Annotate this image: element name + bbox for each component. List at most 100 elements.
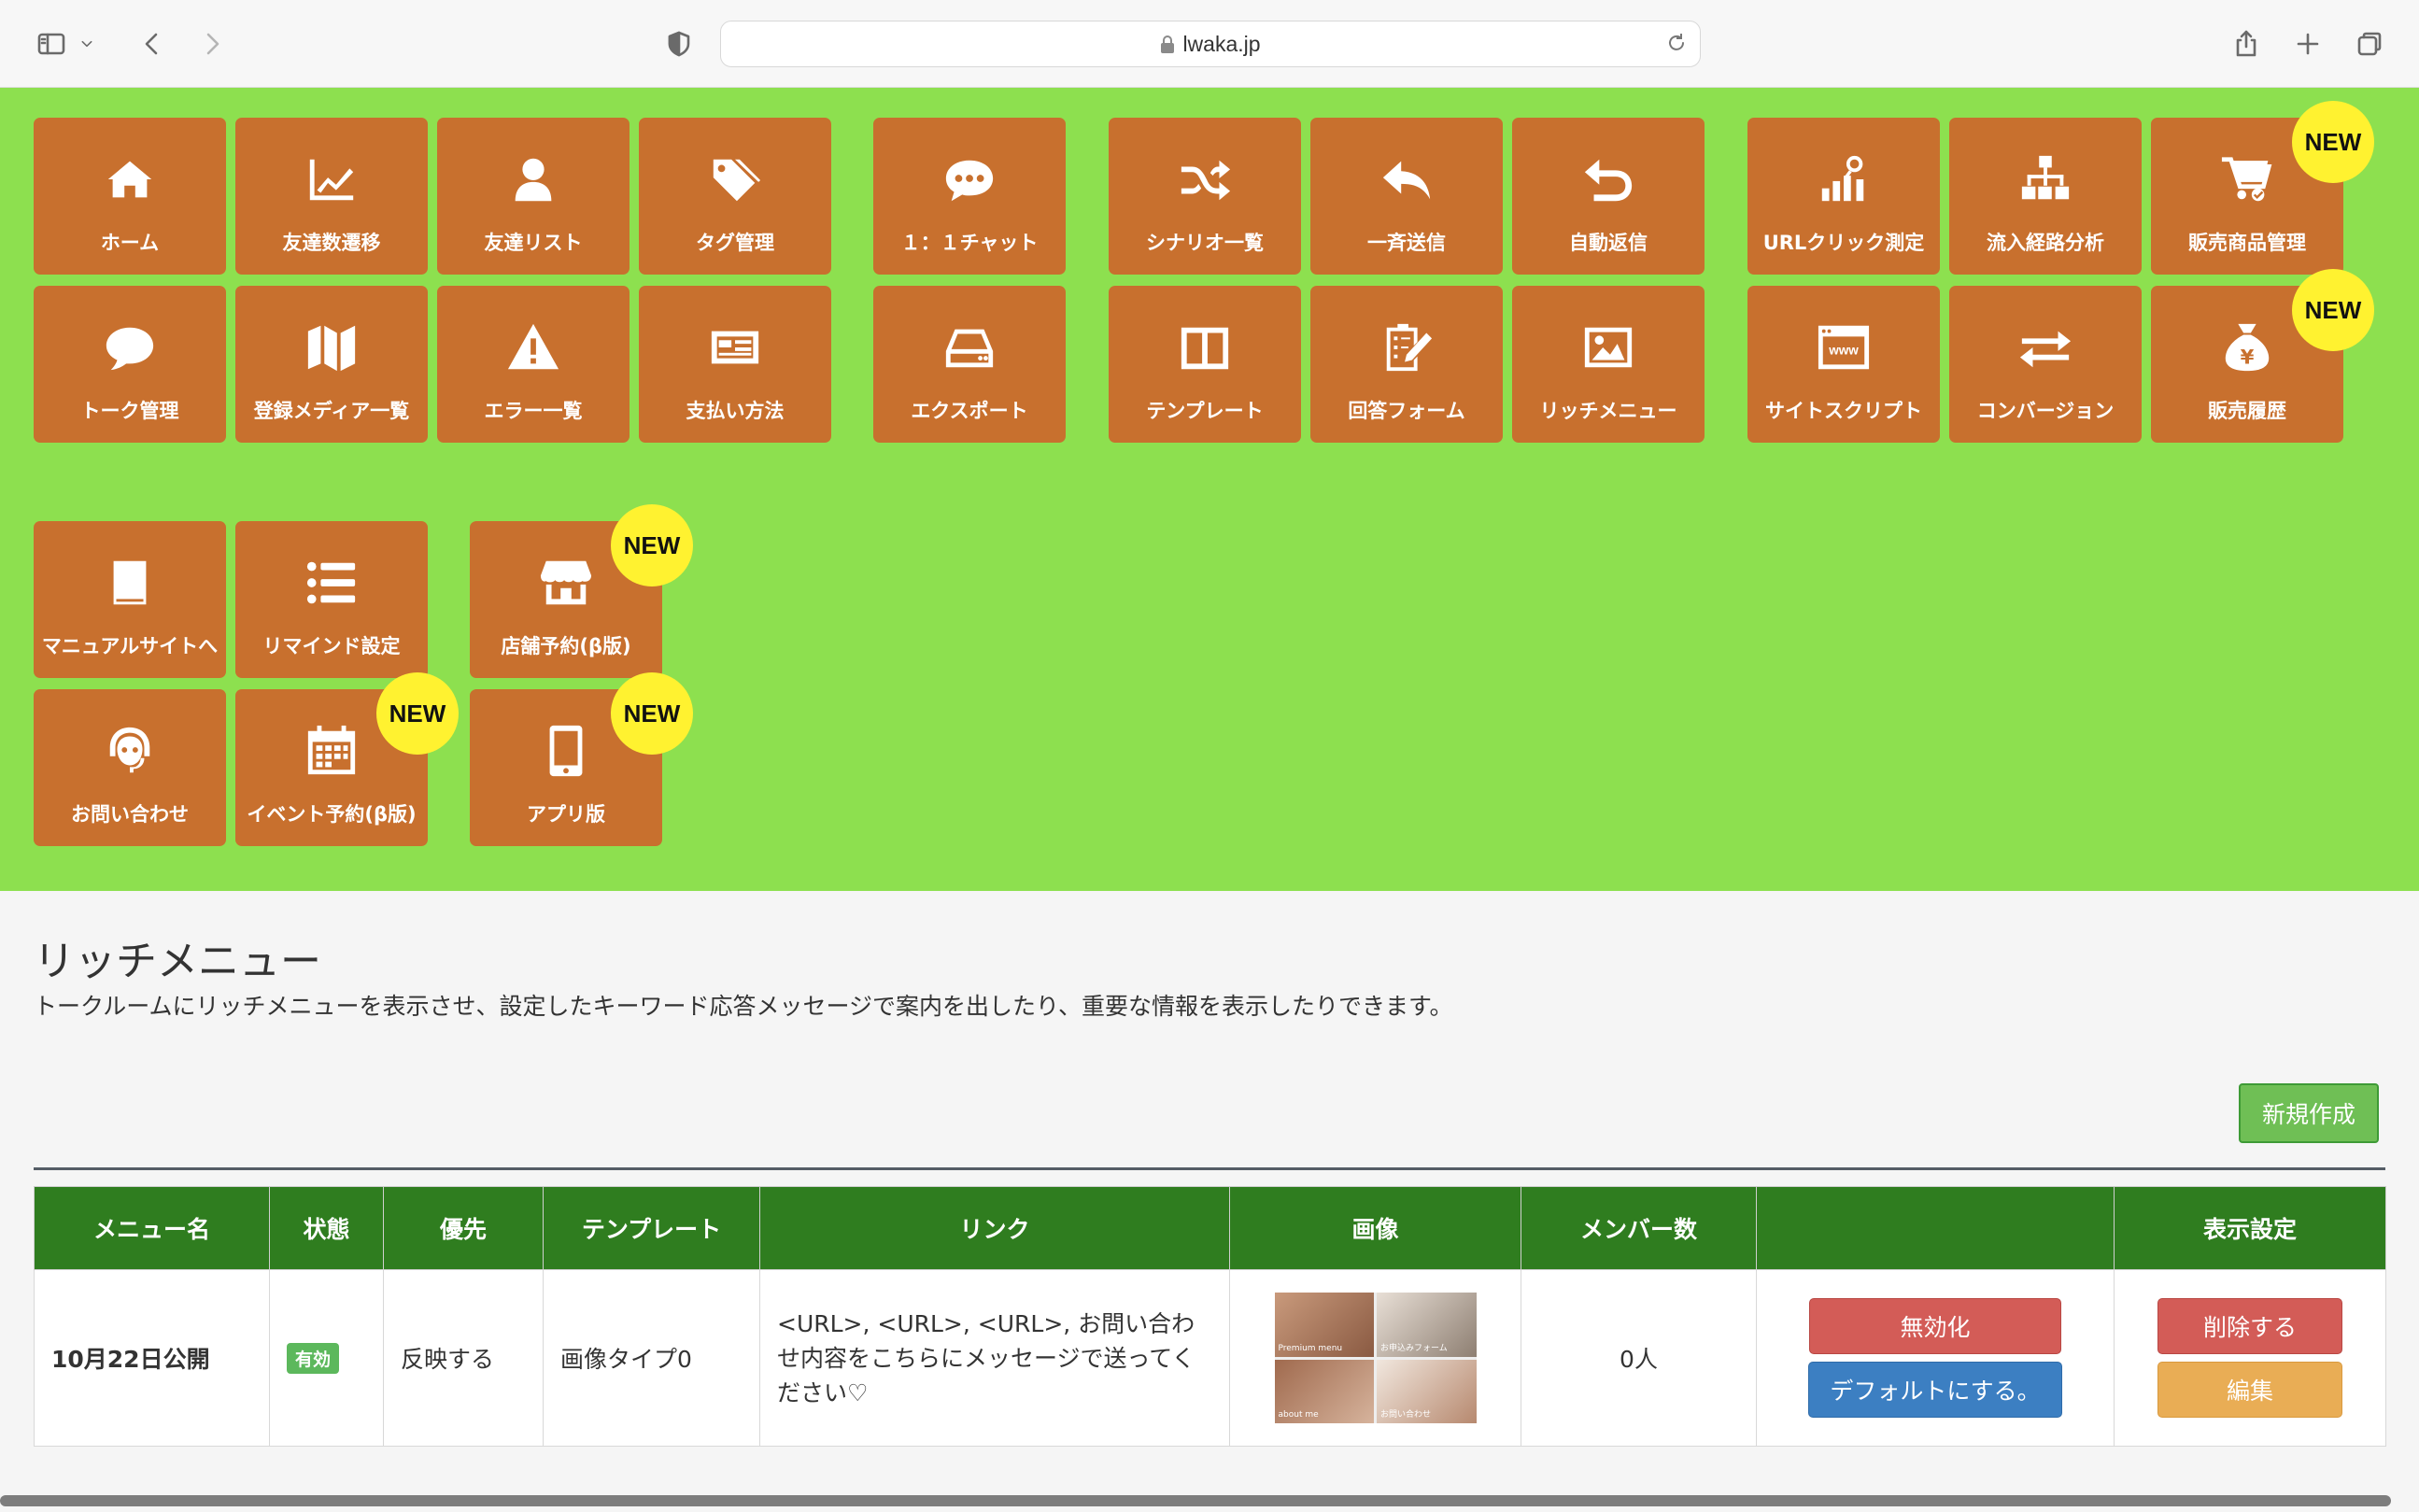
menu-tile[interactable]: リッチメニュー — [1512, 286, 1705, 443]
new-badge: NEW — [611, 672, 693, 755]
menu-tile-label: 自動返信 — [1569, 232, 1648, 254]
menu-tile[interactable]: エクスポート — [873, 286, 1066, 443]
share-icon[interactable] — [2221, 19, 2271, 69]
menu-tile[interactable]: マニュアルサイトへ — [34, 521, 226, 678]
rich-menu-thumbnail[interactable]: Premium menu お申込みフォーム about me お問い合わせ — [1274, 1293, 1477, 1423]
menu-tile-label: マニュアルサイトへ — [41, 635, 219, 657]
menu-tile-label: エクスポート — [911, 400, 1028, 422]
user-icon — [437, 151, 630, 207]
menu-tile[interactable]: 回答フォーム — [1310, 286, 1503, 443]
menu-tile[interactable]: お問い合わせ — [34, 689, 226, 846]
page-description: トークルームにリッチメニューを表示させ、設定したキーワード応答メッセージで案内を… — [34, 993, 1453, 1020]
new-badge: NEW — [2292, 269, 2374, 351]
menu-tile-label: 支払い方法 — [686, 400, 785, 422]
new-badge: NEW — [611, 504, 693, 586]
menu-tile-label: お問い合わせ — [71, 803, 189, 826]
col-priority: 優先 — [383, 1186, 544, 1270]
menu-tile[interactable]: URLクリック測定 — [1747, 118, 1940, 275]
menu-tile-label: 販売商品管理 — [2188, 232, 2306, 254]
disable-button[interactable]: 無効化 — [1809, 1298, 2061, 1354]
status-badge: 有効 — [287, 1342, 340, 1374]
lock-icon — [1161, 35, 1175, 53]
sidebar-toggle-icon[interactable] — [26, 19, 77, 69]
privacy-shield-icon[interactable] — [654, 19, 704, 69]
menu-tile[interactable]: 友達数遷移 — [235, 118, 428, 275]
menu-tile[interactable]: 登録メディア一覧 — [235, 286, 428, 443]
cell-image: Premium menu お申込みフォーム about me お問い合わせ — [1229, 1269, 1521, 1447]
cell-members: 0人 — [1521, 1269, 1757, 1447]
thumb-tile: お申込みフォーム — [1377, 1293, 1477, 1357]
sitemap-icon — [1949, 151, 2142, 207]
thumb-label: お申込みフォーム — [1380, 1343, 1448, 1353]
new-tab-icon[interactable] — [2283, 19, 2333, 69]
menu-tile[interactable]: １：１チャット — [873, 118, 1066, 275]
menu-tile[interactable]: エラー一覧 — [437, 286, 630, 443]
map-icon — [235, 319, 428, 375]
browser-toolbar: lwaka.jp — [0, 0, 2419, 88]
image-icon — [1512, 319, 1705, 375]
thumb-label: お問い合わせ — [1380, 1410, 1432, 1420]
url-host: lwaka.jp — [1182, 32, 1261, 56]
new-badge: NEW — [376, 672, 459, 755]
col-image: 画像 — [1229, 1186, 1521, 1270]
cell-template: 画像タイプ0 — [543, 1269, 760, 1447]
col-display-settings: 表示設定 — [2114, 1186, 2386, 1270]
menu-tile[interactable]: 自動返信 — [1512, 118, 1705, 275]
menu-tile[interactable]: コンバージョン — [1949, 286, 2142, 443]
menu-tile[interactable]: タグ管理 — [639, 118, 831, 275]
book-icon — [34, 555, 226, 611]
menu-tile[interactable]: テンプレート — [1109, 286, 1301, 443]
back-icon[interactable] — [127, 19, 177, 69]
thumb-tile: about me — [1274, 1359, 1374, 1423]
menu-tile[interactable]: サイトスクリプト — [1747, 286, 1940, 443]
col-link: リンク — [759, 1186, 1230, 1270]
thumb-label: about me — [1278, 1410, 1319, 1420]
menu-tile-label: URLクリック測定 — [1762, 232, 1925, 254]
speech-bubble-icon — [34, 319, 226, 375]
col-template: テンプレート — [543, 1186, 760, 1270]
menu-tile-label: リッチメニュー — [1539, 400, 1677, 422]
edit-button[interactable]: 編集 — [2157, 1362, 2342, 1418]
bar-search-icon — [1747, 151, 1940, 207]
menu-tile-label: 流入経路分析 — [1987, 232, 2104, 254]
thumb-label: Premium menu — [1278, 1343, 1343, 1353]
menu-tile[interactable]: 流入経路分析 — [1949, 118, 2142, 275]
menu-tile[interactable]: トーク管理 — [34, 286, 226, 443]
undo-icon — [1512, 151, 1705, 207]
menu-tile-label: 友達リスト — [484, 232, 583, 254]
delete-button[interactable]: 削除する — [2157, 1298, 2342, 1354]
rich-menu-table: メニュー名 状態 優先 テンプレート リンク 画像 メンバー数 表示設定 10月… — [34, 1186, 2386, 1447]
col-members: メンバー数 — [1521, 1186, 1757, 1270]
shuffle-icon — [1109, 151, 1301, 207]
chevron-down-icon[interactable] — [73, 19, 101, 69]
tab-overview-icon[interactable] — [2344, 19, 2395, 69]
menu-tile-label: サイトスクリプト — [1765, 400, 1922, 422]
table-header-row: メニュー名 状態 優先 テンプレート リンク 画像 メンバー数 表示設定 — [34, 1186, 2386, 1270]
www-icon — [1747, 319, 1940, 375]
menu-tile-label: 一斉送信 — [1367, 232, 1446, 254]
menu-tile-label: シナリオ一覧 — [1146, 232, 1264, 254]
menu-tile[interactable]: ホーム — [34, 118, 226, 275]
menu-tile-label: 友達数遷移 — [282, 232, 381, 254]
menu-tile[interactable]: シナリオ一覧 — [1109, 118, 1301, 275]
forward-icon[interactable] — [187, 19, 237, 69]
create-new-button[interactable]: 新規作成 — [2239, 1083, 2379, 1143]
drive-icon — [873, 319, 1066, 375]
menu-tile[interactable]: 支払い方法 — [639, 286, 831, 443]
warning-icon — [437, 319, 630, 375]
set-default-button[interactable]: デフォルトにする。 — [1808, 1362, 2062, 1418]
reload-icon[interactable] — [1664, 31, 1689, 55]
new-badge: NEW — [2292, 101, 2374, 183]
menu-tile-label: 販売履歴 — [2208, 400, 2286, 422]
menu-tile[interactable]: 一斉送信 — [1310, 118, 1503, 275]
menu-tile[interactable]: 友達リスト — [437, 118, 630, 275]
menu-tile-label: エラー一覧 — [484, 400, 583, 422]
cell-link: <URL>, <URL>, <URL>, お問い合わせ内容をこちらにメッセージで… — [759, 1269, 1230, 1447]
address-bar[interactable]: lwaka.jp — [720, 21, 1701, 67]
columns-icon — [1109, 319, 1301, 375]
tags-icon — [639, 151, 831, 207]
menu-tile-label: テンプレート — [1146, 400, 1264, 422]
chat-icon — [873, 151, 1066, 207]
menu-tile[interactable]: リマインド設定 — [235, 521, 428, 678]
horizontal-scrollbar[interactable] — [0, 1495, 2391, 1506]
